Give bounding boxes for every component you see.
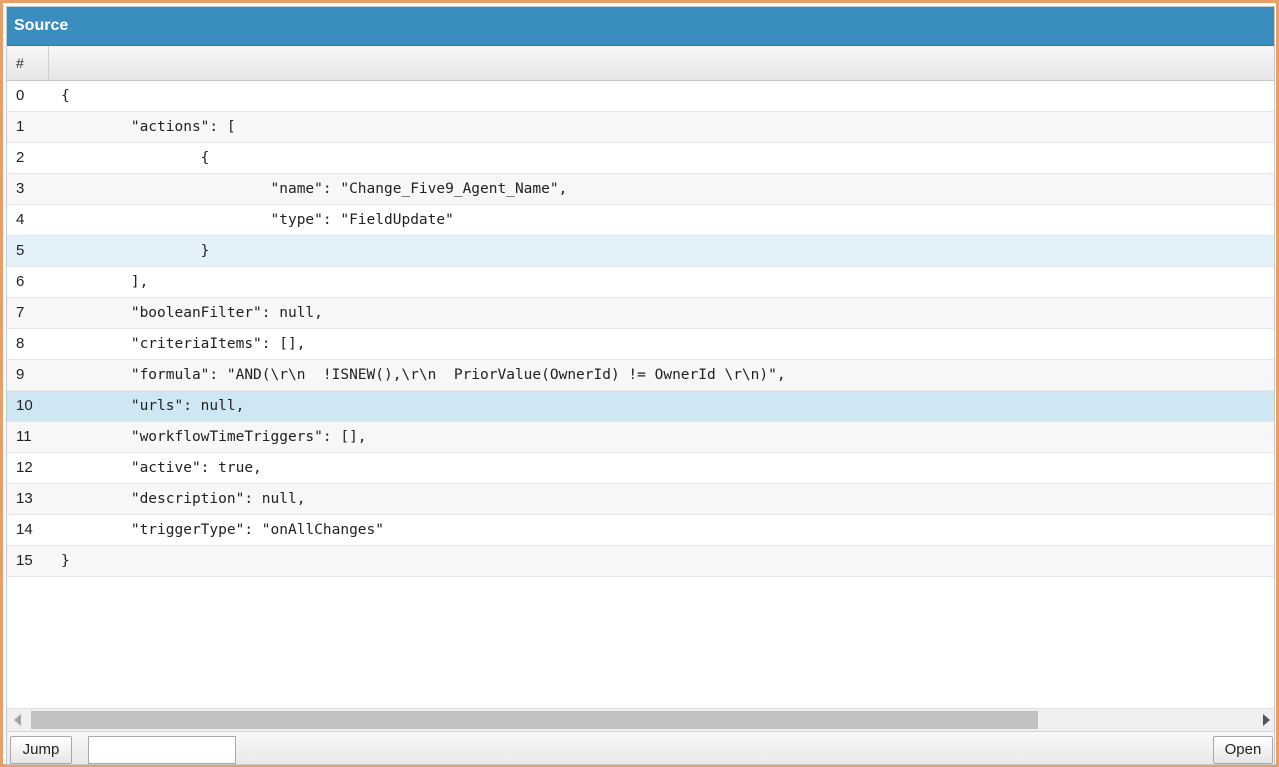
- line-number: 12: [16, 459, 33, 476]
- source-line: "urls": null,: [61, 398, 245, 414]
- window-frame: Source # 0 { 1 "actions": [ 2 { 3 "name"…: [0, 0, 1279, 767]
- source-rows: 0 { 1 "actions": [ 2 { 3 "name": "Change…: [7, 81, 1274, 577]
- source-row-selected[interactable]: 10 "urls": null,: [7, 391, 1274, 422]
- open-button[interactable]: Open: [1213, 736, 1273, 764]
- source-row[interactable]: 8 "criteriaItems": [],: [7, 329, 1274, 360]
- title-bar: Source: [7, 7, 1274, 46]
- jump-line-input[interactable]: [88, 736, 236, 764]
- source-line: "active": true,: [61, 460, 262, 476]
- panel-title: Source: [14, 17, 69, 34]
- source-line: }: [61, 243, 210, 259]
- footer-toolbar: Jump Open: [7, 731, 1274, 764]
- line-number: 0: [16, 87, 25, 104]
- source-line: {: [61, 150, 210, 166]
- source-line: "type": "FieldUpdate": [61, 212, 454, 228]
- source-line: "booleanFilter": null,: [61, 305, 323, 321]
- source-line: "triggerType": "onAllChanges": [61, 522, 385, 538]
- source-panel: Source # 0 { 1 "actions": [ 2 { 3 "name"…: [6, 6, 1275, 765]
- source-line: "formula": "AND(\r\n !ISNEW(),\r\n Prior…: [61, 367, 786, 383]
- source-row[interactable]: 9 "formula": "AND(\r\n !ISNEW(),\r\n Pri…: [7, 360, 1274, 391]
- source-line: "description": null,: [61, 491, 306, 507]
- source-row[interactable]: 6 ],: [7, 267, 1274, 298]
- line-number: 15: [16, 552, 33, 569]
- line-number: 7: [16, 304, 25, 321]
- source-row[interactable]: 13 "description": null,: [7, 484, 1274, 515]
- source-row[interactable]: 4 "type": "FieldUpdate": [7, 205, 1274, 236]
- line-number: 6: [16, 273, 25, 290]
- source-row[interactable]: 11 "workflowTimeTriggers": [],: [7, 422, 1274, 453]
- line-number: 13: [16, 490, 33, 507]
- source-row[interactable]: 2 {: [7, 143, 1274, 174]
- column-header: #: [7, 46, 1274, 81]
- source-row[interactable]: 1 "actions": [: [7, 112, 1274, 143]
- scroll-left-arrow-icon[interactable]: [14, 714, 21, 726]
- line-number: 1: [16, 118, 25, 135]
- source-line: {: [61, 88, 70, 104]
- source-row[interactable]: 7 "booleanFilter": null,: [7, 298, 1274, 329]
- source-line: }: [61, 553, 70, 569]
- jump-button[interactable]: Jump: [10, 736, 72, 764]
- line-number-column-header[interactable]: #: [7, 46, 49, 80]
- scrollbar-thumb[interactable]: [31, 711, 1038, 729]
- source-row-hovered[interactable]: 5 }: [7, 236, 1274, 267]
- source-row[interactable]: 14 "triggerType": "onAllChanges": [7, 515, 1274, 546]
- source-row[interactable]: 0 {: [7, 81, 1274, 112]
- source-row[interactable]: 12 "active": true,: [7, 453, 1274, 484]
- line-number: 11: [16, 428, 32, 445]
- scroll-right-arrow-icon[interactable]: [1263, 714, 1270, 726]
- line-number: 14: [16, 521, 33, 538]
- source-row[interactable]: 15 }: [7, 546, 1274, 577]
- source-line: "actions": [: [61, 119, 236, 135]
- line-number: 4: [16, 211, 25, 228]
- source-line: "name": "Change_Five9_Agent_Name",: [61, 181, 568, 197]
- line-number: 5: [16, 242, 25, 259]
- source-row[interactable]: 3 "name": "Change_Five9_Agent_Name",: [7, 174, 1274, 205]
- line-number: 8: [16, 335, 25, 352]
- source-line: "workflowTimeTriggers": [],: [61, 429, 367, 445]
- horizontal-scrollbar[interactable]: [7, 708, 1274, 731]
- source-line: "criteriaItems": [],: [61, 336, 306, 352]
- line-number: 9: [16, 366, 25, 383]
- line-number: 2: [16, 149, 25, 166]
- source-line: ],: [61, 274, 149, 290]
- line-number: 10: [16, 397, 33, 414]
- line-number: 3: [16, 180, 25, 197]
